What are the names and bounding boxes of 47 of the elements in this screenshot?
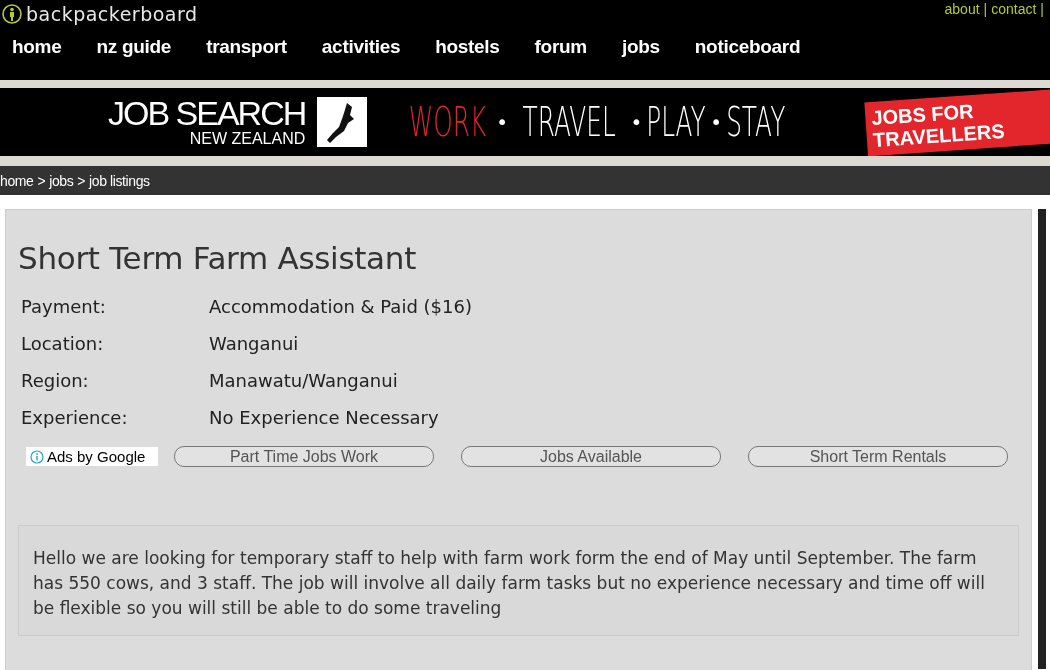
nav-link[interactable]: jobs (621, 36, 660, 58)
breadcrumb-link[interactable]: home (0, 172, 34, 189)
field-value: No Experience Necessary (209, 406, 440, 430)
top-link[interactable]: about (944, 1, 980, 30)
nav-link[interactable]: forum (534, 36, 587, 58)
banner-dot: • (710, 110, 723, 134)
banner-ad[interactable]: JOB SEARCH NEW ZEALAND WORK • TRAVEL •PLAY•STAY JOBS FOR TRAVELLERS (0, 88, 1050, 156)
ads-label: Ads by Google (47, 448, 146, 465)
field-label: Payment: (21, 295, 107, 319)
field-value: Manawatu/Wanganui (209, 369, 399, 393)
banner-word: PLAY (646, 99, 707, 145)
nav-link[interactable]: nz guide (96, 36, 172, 58)
ad-link-button[interactable]: Short Term Rentals (748, 446, 1008, 467)
nav-link[interactable]: transport (206, 36, 287, 58)
banner-word: TRAVEL (522, 99, 616, 145)
field-value: Accommodation & Paid ($16) (209, 295, 473, 319)
nav-link[interactable]: hostels (435, 36, 500, 58)
nav-link[interactable]: noticeboard (694, 36, 801, 58)
field-label: Location: (21, 332, 105, 356)
backpacker-logo-icon (2, 4, 22, 24)
breadcrumb-separator: > (37, 172, 46, 189)
breadcrumb-link[interactable]: job listings (89, 172, 150, 189)
ad-link-button[interactable]: Jobs Available (461, 446, 721, 467)
banner-dot: • (630, 110, 643, 134)
job-description: Hello we are looking for temporary staff to help with farm work form the end of May until September. The farm has 550 cows, and 3 staff. The job will involve all daily farm tasks but no experience necessary and time off will be flexible so you will still be able to do some traveling (33, 547, 986, 620)
banner-brand: JOB SEARCH (108, 96, 306, 130)
ads-badge[interactable]: Ads by Google (26, 447, 158, 466)
nav-link[interactable]: home (12, 36, 62, 58)
job-title: Short Term Farm Assistant (18, 240, 417, 276)
banner-word: WORK (409, 99, 487, 145)
banner-word: STAY (726, 99, 786, 145)
banner-tag: JOBS FOR TRAVELLERS (864, 89, 1050, 156)
map-icon (317, 97, 368, 147)
banner-dot: • (496, 110, 509, 134)
breadcrumb-separator: > (77, 172, 86, 189)
nav-link[interactable]: activities (321, 36, 401, 58)
ad-link-button[interactable]: Part Time Jobs Work (174, 446, 434, 467)
breadcrumb-link[interactable]: jobs (49, 172, 74, 189)
link-separator: | (1040, 1, 1044, 19)
banner-brand-subtitle: NEW ZEALAND (189, 130, 306, 148)
field-label: Experience: (21, 406, 129, 430)
link-separator: | (983, 1, 988, 19)
top-link[interactable]: contact (991, 1, 1037, 30)
field-value: Wanganui (209, 332, 300, 356)
info-icon (30, 449, 44, 464)
site-name[interactable]: backpackerboard (26, 3, 198, 25)
field-label: Region: (21, 369, 90, 393)
